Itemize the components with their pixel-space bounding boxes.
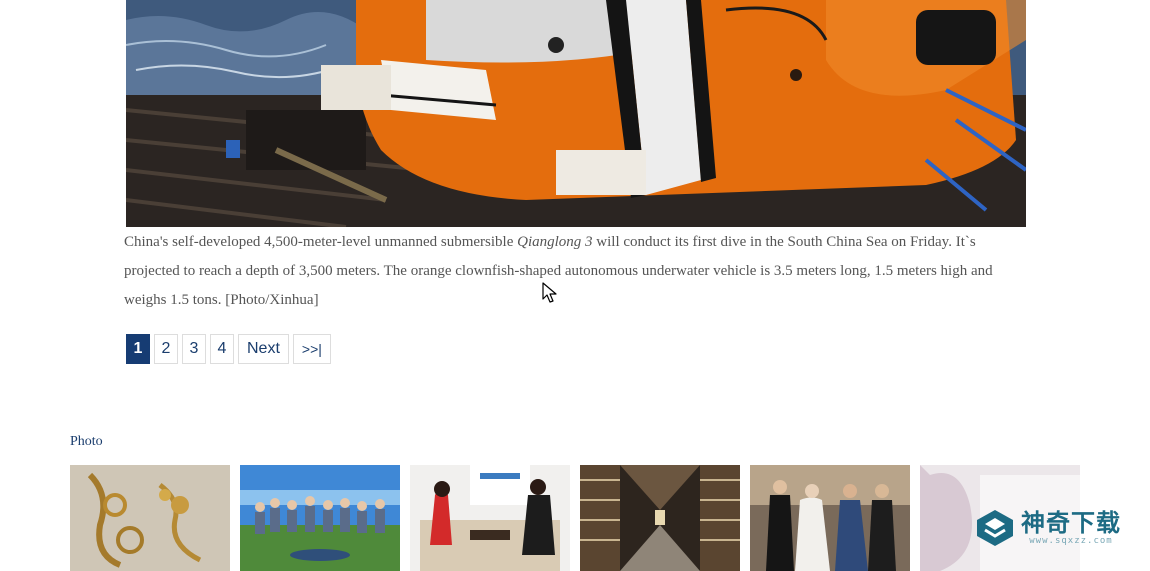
page-2-button[interactable]: 2 [154,334,178,364]
article-main-photo [126,0,1026,227]
caption-text-start: China's self-developed 4,500-meter-level… [124,234,518,250]
thumbnail-interview[interactable] [410,465,570,571]
page-1-button[interactable]: 1 [126,334,150,364]
submersible-image [126,0,1026,227]
last-page-button[interactable]: >>| [292,334,331,364]
photo-caption: China's self-developed 4,500-meter-level… [124,228,1029,315]
thumbnail-gala[interactable] [750,465,910,571]
pagination: 1 2 3 4 Next >>| [126,334,331,364]
watermark-logo-icon [977,510,1013,546]
photo-section-title[interactable]: Photo [70,434,103,450]
next-page-button[interactable]: Next [238,334,289,364]
thumbnail-group-photo[interactable] [240,465,400,571]
page-4-button[interactable]: 4 [210,334,234,364]
thumbnail-gold-jewelry[interactable] [70,465,230,571]
page-3-button[interactable]: 3 [182,334,206,364]
watermark-title: 神奇下载 [1021,509,1121,537]
watermark-url: www.sqxzz.com [1029,536,1113,546]
caption-vessel-name: Qianglong 3 [517,234,593,250]
site-watermark: 神奇下载 www.sqxzz.com [975,508,1121,548]
thumbnail-library[interactable] [580,465,740,571]
photo-thumbnail-strip [70,465,1080,571]
